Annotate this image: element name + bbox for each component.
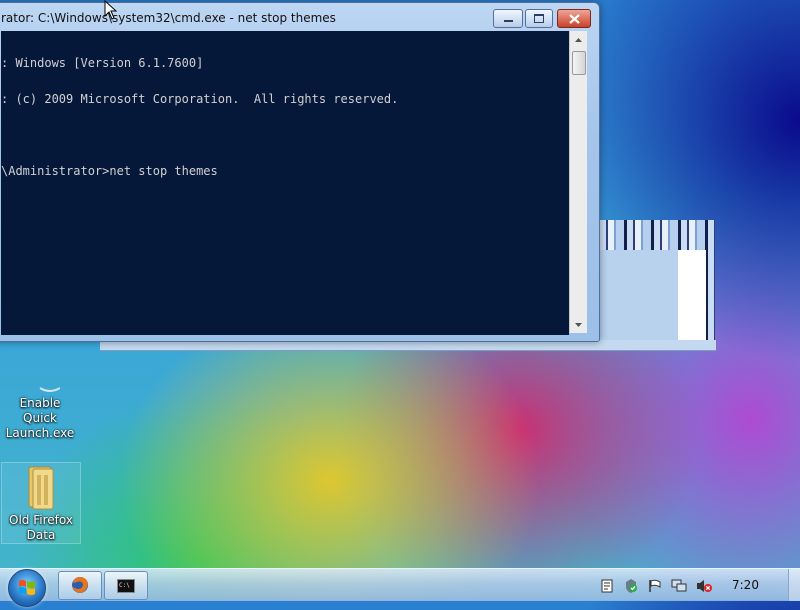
maximize-icon (534, 14, 544, 23)
chevron-down-icon (575, 322, 582, 327)
console-output[interactable]: : Windows [Version 6.1.7600] : (c) 2009 … (1, 31, 569, 335)
scroll-up-button[interactable] (570, 31, 587, 48)
windows-logo-icon (19, 580, 35, 595)
scroll-down-button[interactable] (570, 316, 587, 333)
glitch-block-white (678, 250, 706, 350)
minimize-icon (503, 20, 513, 22)
mouse-cursor-icon (104, 0, 118, 20)
desktop-icon-label: Launch.exe (5, 426, 75, 440)
cmd-window[interactable]: rator: C:\Windows\system32\cmd.exe - net… (0, 2, 600, 342)
cmd-icon-label: C:\ (119, 582, 130, 589)
maximize-button[interactable] (525, 9, 553, 28)
clock[interactable]: 7:20 (732, 578, 759, 592)
taskbar-cmd-button[interactable]: C:\ (104, 571, 148, 600)
action-center-flag-icon (649, 579, 661, 592)
console-line-prompt: \Administrator>net stop themes (1, 164, 218, 178)
start-button[interactable] (8, 569, 46, 607)
security-shield-icon (626, 579, 637, 593)
minimize-button[interactable] (493, 9, 523, 28)
cmd-titlebar[interactable]: rator: C:\Windows\system32\cmd.exe - net… (0, 3, 599, 31)
tray-document-button[interactable] (600, 578, 614, 593)
console-line: : (c) 2009 Microsoft Corporation. All ri… (1, 92, 399, 106)
tray-security-button[interactable] (623, 578, 637, 593)
desktop-icon-label: Enable Quick (19, 396, 61, 425)
window-title: rator: C:\Windows\system32\cmd.exe - net… (1, 11, 336, 25)
scroll-thumb[interactable] (572, 51, 586, 75)
network-icon (671, 579, 687, 592)
tray-network-button[interactable] (671, 578, 687, 592)
volume-muted-icon (697, 580, 712, 592)
tray-volume-button[interactable] (696, 578, 712, 592)
document-icon (601, 579, 613, 593)
desktop-icon-label: Old Firefox (9, 513, 73, 527)
close-icon (568, 13, 580, 24)
taskbar: C:\ 7:20 (0, 568, 800, 607)
console-scrollbar[interactable] (569, 31, 587, 333)
glitch-block (600, 250, 678, 350)
firefox-icon (72, 577, 88, 593)
show-desktop-button[interactable] (788, 569, 800, 601)
desktop-icon-enable-quick-launch[interactable]: Enable Quick Launch.exe (1, 366, 79, 441)
desktop-icon-old-firefox-data[interactable]: Old Firefox Data (1, 462, 81, 544)
tray-action-center-button[interactable] (648, 578, 662, 592)
cmd-icon: C:\ (117, 579, 135, 593)
console-line: : Windows [Version 6.1.7600] (1, 56, 204, 70)
executable-icon (39, 387, 60, 392)
glitched-window-fragment (600, 220, 715, 350)
close-button[interactable] (557, 9, 591, 28)
desktop-icon-label: Data (26, 528, 56, 542)
folder-icon (28, 466, 54, 510)
taskbar-firefox-button[interactable] (58, 571, 102, 600)
chevron-up-icon (575, 37, 582, 42)
